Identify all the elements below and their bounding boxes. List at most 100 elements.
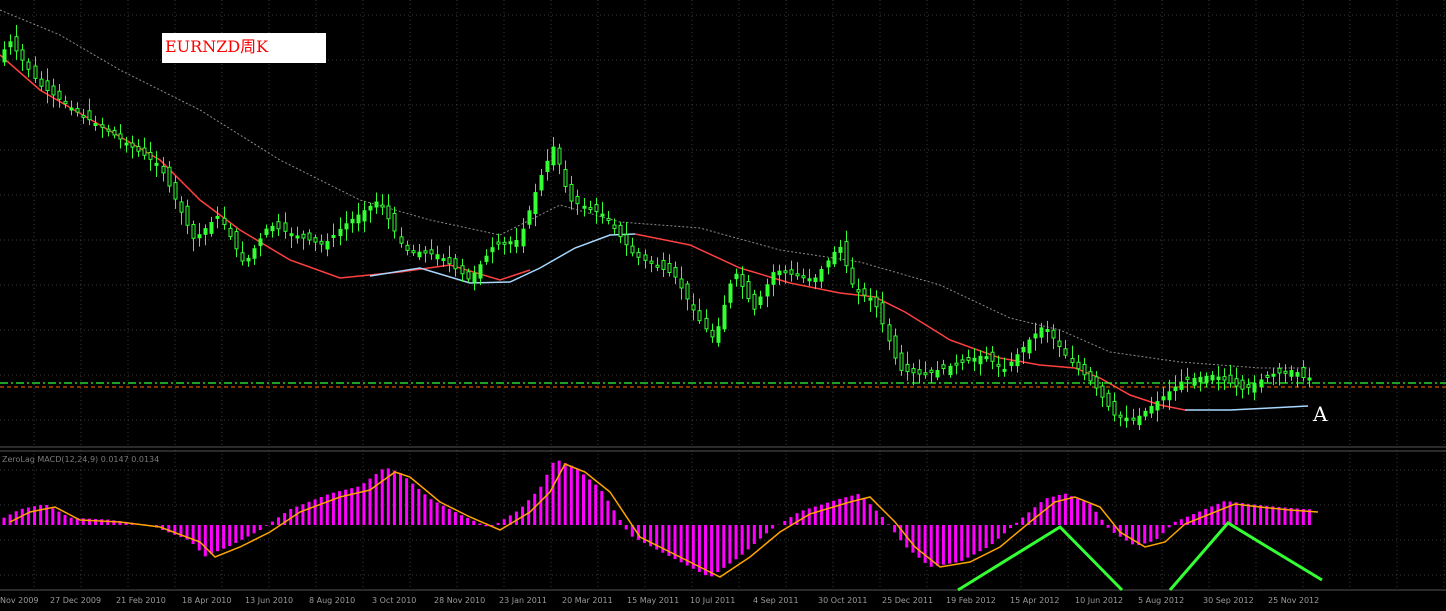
candle xyxy=(496,241,501,245)
candle xyxy=(1143,410,1148,417)
candle xyxy=(533,192,538,215)
candle xyxy=(1057,340,1062,348)
candle xyxy=(1179,381,1184,390)
candle xyxy=(655,264,660,268)
candle xyxy=(453,258,458,270)
candle xyxy=(911,368,916,374)
candle xyxy=(600,213,605,217)
candle xyxy=(1204,375,1209,383)
candle xyxy=(1265,374,1270,378)
candle xyxy=(75,108,80,113)
candle xyxy=(307,232,312,241)
x-tick-label: 19 Feb 2012 xyxy=(946,596,996,605)
candle xyxy=(161,165,166,174)
candle xyxy=(447,257,452,265)
candle xyxy=(1118,414,1123,418)
candle xyxy=(173,182,178,200)
candle xyxy=(490,247,495,253)
candle xyxy=(1009,361,1014,367)
x-tick-label: 8 Aug 2010 xyxy=(309,596,355,605)
candle xyxy=(106,128,111,132)
candle xyxy=(356,214,361,224)
candle xyxy=(1063,348,1068,356)
candle xyxy=(478,264,483,279)
candle xyxy=(429,249,434,255)
candle xyxy=(325,241,330,250)
candle xyxy=(118,133,123,140)
x-tick-label: Nov 2009 xyxy=(0,596,39,605)
candle xyxy=(941,364,946,370)
x-tick-label: 10 Jun 2012 xyxy=(1075,596,1123,605)
candle xyxy=(1131,417,1136,421)
x-tick-label: 3 Oct 2010 xyxy=(372,596,416,605)
candle xyxy=(240,252,245,262)
candle xyxy=(191,224,196,239)
candle xyxy=(1161,396,1166,401)
x-tick-label: 21 Feb 2010 xyxy=(116,596,166,605)
candle xyxy=(276,221,281,230)
x-tick-label: 25 Nov 2012 xyxy=(1268,596,1319,605)
candle xyxy=(752,293,757,310)
candle xyxy=(612,224,617,229)
x-tick-label: 5 Aug 2012 xyxy=(1138,596,1184,605)
candle xyxy=(893,335,898,359)
candle xyxy=(130,142,135,148)
candle xyxy=(124,142,129,146)
candle xyxy=(8,41,13,48)
candle xyxy=(1283,370,1288,374)
x-tick-label: 15 May 2011 xyxy=(627,596,679,605)
candle xyxy=(203,228,208,235)
candle xyxy=(636,251,641,258)
candle xyxy=(362,210,367,222)
candle xyxy=(716,326,721,343)
candle xyxy=(63,100,68,105)
x-tick-label: 13 Jun 2010 xyxy=(245,596,293,605)
candle xyxy=(758,296,763,306)
candle xyxy=(996,363,1001,367)
candle xyxy=(441,258,446,262)
candle xyxy=(1045,328,1050,332)
candle xyxy=(685,283,690,300)
candle xyxy=(679,278,684,289)
candle xyxy=(746,280,751,300)
candle xyxy=(1027,339,1032,354)
candle xyxy=(423,250,428,254)
candle xyxy=(411,250,416,254)
candle xyxy=(228,227,233,238)
candle xyxy=(502,241,507,245)
candle xyxy=(197,234,202,239)
indicator-label: ZeroLag MACD(12,24,9) 0.0147 0.0134 xyxy=(2,455,160,464)
candle xyxy=(832,251,837,265)
candle xyxy=(813,277,818,283)
candle xyxy=(771,272,776,285)
x-tick-label: 30 Oct 2011 xyxy=(818,596,867,605)
candle xyxy=(1228,374,1233,384)
candle xyxy=(899,352,904,371)
candle xyxy=(1198,376,1203,383)
candle xyxy=(624,234,629,246)
candle xyxy=(258,238,263,246)
candle xyxy=(417,251,422,258)
candle xyxy=(850,267,855,285)
candle xyxy=(917,369,922,375)
x-tick-label: 20 Mar 2011 xyxy=(562,596,613,605)
candle xyxy=(1271,373,1276,377)
candle xyxy=(765,284,770,297)
candle xyxy=(466,271,471,280)
candle xyxy=(301,233,306,239)
candle xyxy=(1088,371,1093,382)
candle xyxy=(880,302,885,325)
candle xyxy=(1094,376,1099,389)
candle xyxy=(1301,366,1306,379)
chart-svg: Nov 2009 27 Dec 2009 21 Feb 2010 18 Apr 201… xyxy=(0,0,1446,605)
candle xyxy=(691,304,696,311)
candle xyxy=(100,124,105,128)
candle xyxy=(246,257,251,262)
candle xyxy=(1259,379,1264,388)
candle xyxy=(954,362,959,366)
candle xyxy=(728,283,733,303)
candle xyxy=(1277,367,1282,374)
candle xyxy=(313,237,318,243)
candle xyxy=(14,36,19,52)
candle xyxy=(704,317,709,330)
